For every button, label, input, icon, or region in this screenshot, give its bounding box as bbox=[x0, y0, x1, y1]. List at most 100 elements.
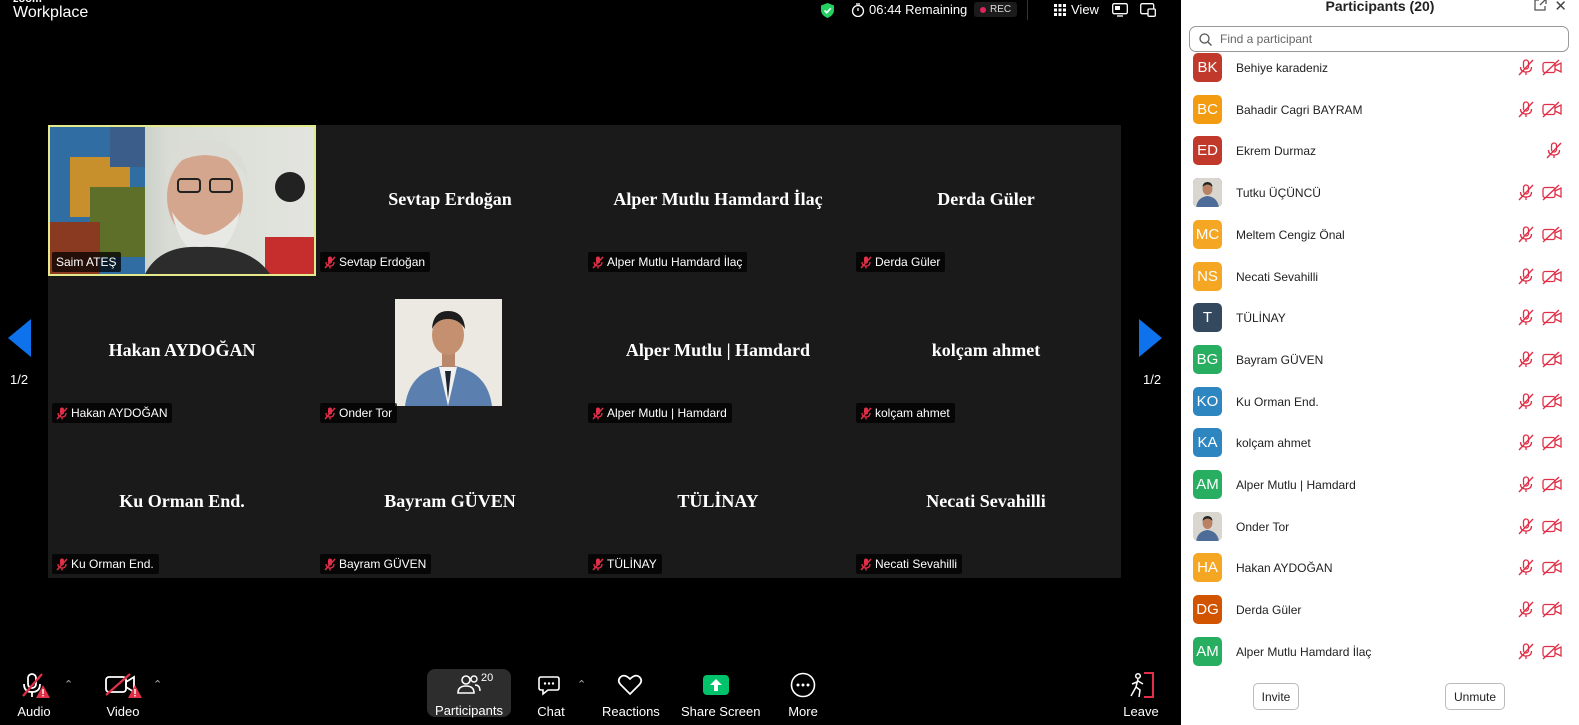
participant-row[interactable]: BC Bahadir Cagri BAYRAM bbox=[1181, 90, 1579, 130]
reactions-label: Reactions bbox=[602, 704, 660, 719]
video-tile[interactable]: Alper Mutlu | Hamdard Alper Mutlu | Hamd… bbox=[584, 276, 852, 427]
tile-display-name: Bayram GÜVEN bbox=[384, 491, 516, 511]
participant-video-status[interactable] bbox=[1542, 601, 1562, 623]
participant-video-status[interactable] bbox=[1542, 393, 1562, 415]
video-tile[interactable]: Alper Mutlu Hamdard İlaç Alper Mutlu Ham… bbox=[584, 125, 852, 276]
participant-name: Alper Mutlu | Hamdard bbox=[1236, 478, 1356, 492]
chat-options-caret-icon[interactable]: ⌃ bbox=[577, 678, 586, 691]
participant-row[interactable]: AM Alper Mutlu Hamdard İlaç bbox=[1181, 632, 1579, 672]
immersive-view-icon[interactable] bbox=[1112, 3, 1128, 17]
invite-button[interactable]: Invite bbox=[1253, 683, 1299, 710]
pop-out-icon[interactable] bbox=[1534, 0, 1547, 11]
participant-row[interactable]: BG Bayram GÜVEN bbox=[1181, 340, 1579, 380]
video-tile[interactable]: Ku Orman End. Ku Orman End. bbox=[48, 427, 316, 578]
participant-row[interactable]: Onder Tor bbox=[1181, 507, 1579, 547]
muted-mic-icon bbox=[1518, 643, 1534, 660]
muted-mic-icon bbox=[56, 406, 68, 420]
participant-mic-status[interactable] bbox=[1518, 309, 1534, 331]
audio-options-caret-icon[interactable]: ⌃ bbox=[64, 678, 73, 691]
participant-mic-status[interactable] bbox=[1518, 351, 1534, 373]
chat-button[interactable]: Chat bbox=[531, 670, 571, 719]
participants-label: Participants bbox=[435, 703, 503, 718]
reactions-button[interactable]: Reactions bbox=[602, 670, 660, 719]
video-tile[interactable]: Onder Tor bbox=[316, 276, 584, 427]
video-tile[interactable]: kolçam ahmet kolçam ahmet bbox=[852, 276, 1120, 427]
participant-video-status[interactable] bbox=[1542, 351, 1562, 373]
participant-mic-status[interactable] bbox=[1518, 267, 1534, 290]
video-tile[interactable]: Sevtap Erdoğan Sevtap Erdoğan bbox=[316, 125, 584, 276]
video-tile[interactable]: TÜLİNAY TÜLİNAY bbox=[584, 427, 852, 578]
participant-mic-status[interactable] bbox=[1518, 643, 1534, 665]
video-tile-saim-ates[interactable]: Saim ATEŞ bbox=[48, 125, 316, 276]
muted-mic-icon bbox=[1518, 559, 1534, 576]
previous-page-arrow-icon[interactable] bbox=[8, 319, 31, 357]
participant-video-status[interactable] bbox=[1542, 59, 1562, 81]
participant-video-status[interactable] bbox=[1542, 559, 1562, 581]
video-tile[interactable]: Derda Güler Derda Güler bbox=[852, 125, 1120, 276]
participant-mic-status[interactable] bbox=[1518, 184, 1534, 206]
participant-row[interactable]: MC Meltem Cengiz Önal bbox=[1181, 215, 1579, 255]
participant-row[interactable]: KO Ku Orman End. bbox=[1181, 382, 1579, 422]
participant-video-status[interactable] bbox=[1542, 309, 1562, 331]
participant-video-status[interactable] bbox=[1542, 518, 1562, 540]
participant-video-status[interactable] bbox=[1542, 101, 1562, 123]
video-off-icon bbox=[1542, 351, 1562, 368]
share-screen-button[interactable]: Share Screen bbox=[681, 670, 761, 719]
video-tile[interactable]: Hakan AYDOĞAN Hakan AYDOĞAN bbox=[48, 276, 316, 427]
participant-video-status[interactable] bbox=[1542, 643, 1562, 665]
video-off-icon bbox=[1542, 267, 1562, 285]
participant-mic-status[interactable] bbox=[1518, 101, 1534, 123]
avatar-initials: MC bbox=[1195, 225, 1220, 243]
search-icon bbox=[1199, 32, 1212, 46]
participant-mic-status[interactable] bbox=[1518, 434, 1534, 456]
participant-mic-status[interactable] bbox=[1518, 559, 1534, 581]
participant-mic-status[interactable] bbox=[1518, 476, 1534, 498]
more-button[interactable]: More bbox=[784, 670, 822, 719]
participant-row[interactable]: HA Hakan AYDOĞAN bbox=[1181, 548, 1579, 588]
participant-mic-status[interactable] bbox=[1518, 226, 1534, 248]
participant-video-status[interactable] bbox=[1542, 434, 1562, 456]
video-tile[interactable]: Necati Sevahilli Necati Sevahilli bbox=[852, 427, 1120, 578]
participant-row[interactable]: NS Necati Sevahilli bbox=[1181, 257, 1579, 297]
participants-button[interactable]: 20 Participants bbox=[427, 669, 511, 718]
participant-row[interactable]: DG Derda Güler bbox=[1181, 590, 1579, 630]
participant-mic-status[interactable] bbox=[1518, 392, 1534, 415]
minimize-window-icon[interactable] bbox=[1140, 3, 1156, 17]
nametag: Sevtap Erdoğan bbox=[320, 252, 431, 272]
participant-row[interactable]: BK Behiye karadeniz bbox=[1181, 48, 1579, 88]
video-button[interactable]: Video bbox=[103, 670, 143, 719]
muted-mic-icon bbox=[324, 406, 336, 420]
participant-video-status[interactable] bbox=[1542, 476, 1562, 498]
participant-row[interactable]: AM Alper Mutlu | Hamdard bbox=[1181, 465, 1579, 505]
unmute-button[interactable]: Unmute bbox=[1445, 683, 1505, 710]
participant-video-status[interactable] bbox=[1542, 184, 1562, 206]
participant-row[interactable]: ED Ekrem Durmaz bbox=[1181, 131, 1579, 171]
participant-mic-status[interactable] bbox=[1518, 59, 1534, 81]
muted-mic-icon bbox=[592, 255, 604, 269]
view-button[interactable]: View bbox=[1054, 2, 1099, 17]
video-options-caret-icon[interactable]: ⌃ bbox=[153, 678, 162, 691]
next-page-arrow-icon[interactable] bbox=[1139, 319, 1162, 357]
tile-display-name: Hakan AYDOĞAN bbox=[108, 340, 256, 360]
avatar: AM bbox=[1193, 470, 1222, 499]
leave-button[interactable]: Leave bbox=[1122, 670, 1160, 719]
participant-mic-status[interactable] bbox=[1518, 518, 1534, 540]
video-tile[interactable]: Bayram GÜVEN Bayram GÜVEN bbox=[316, 427, 584, 578]
participant-video-status[interactable] bbox=[1542, 226, 1562, 248]
avatar bbox=[1193, 178, 1222, 208]
recording-indicator[interactable]: REC bbox=[974, 2, 1018, 17]
nametag: TÜLİNAY bbox=[588, 554, 662, 574]
participant-mic-status[interactable] bbox=[1518, 601, 1534, 623]
participant-mic-status[interactable] bbox=[1546, 142, 1562, 164]
avatar-initials: NS bbox=[1197, 267, 1218, 285]
participant-row[interactable]: KA kolçam ahmet bbox=[1181, 423, 1579, 463]
participant-video-status[interactable] bbox=[1542, 267, 1562, 290]
participant-row[interactable]: T TÜLİNAY bbox=[1181, 298, 1579, 338]
participant-row[interactable]: Tutku ÜÇÜNCÜ bbox=[1181, 173, 1579, 213]
close-panel-icon[interactable]: ✕ bbox=[1554, 0, 1567, 15]
encryption-shield-icon[interactable] bbox=[821, 3, 834, 18]
search-input[interactable] bbox=[1220, 32, 1520, 46]
video-off-icon bbox=[1542, 101, 1562, 118]
audio-button[interactable]: Audio bbox=[14, 670, 54, 719]
nametag-label: Ku Orman End. bbox=[71, 557, 154, 571]
